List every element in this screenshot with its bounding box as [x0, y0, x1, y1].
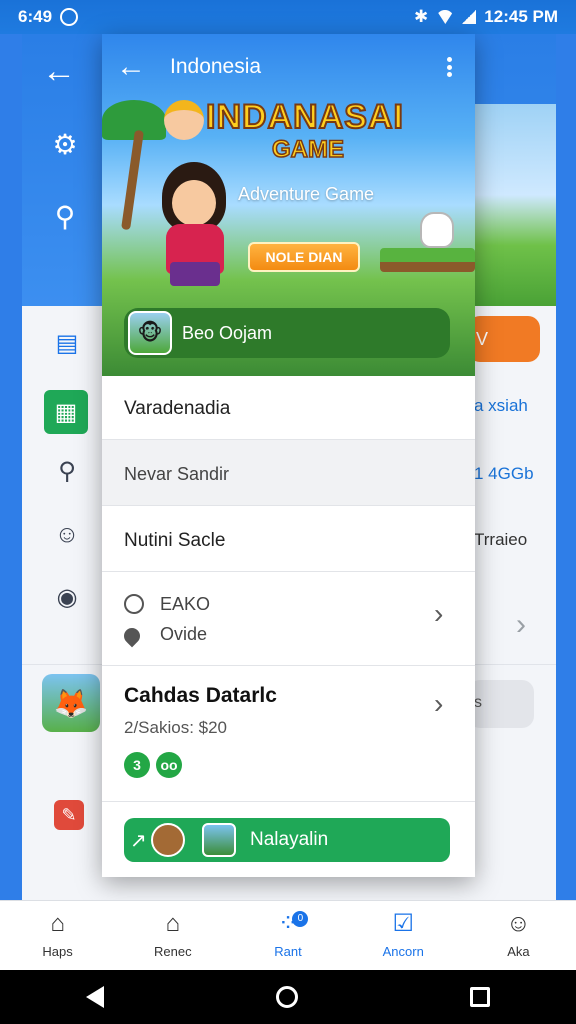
status-clock: 12:45 PM	[484, 7, 558, 26]
nav-label-inbox: Ancorn	[382, 944, 424, 959]
clock-icon	[124, 594, 144, 614]
badge-2: oo	[156, 752, 182, 778]
nav-label-store: Renec	[154, 944, 192, 959]
menu-row-1-label: Varadenadia	[124, 398, 231, 419]
nav-label-games: Rant	[274, 944, 302, 959]
game-banner: ← Indonesia INDANASAI GAME Adventure Gam…	[102, 34, 475, 376]
player-name: Beo Oojam	[182, 322, 273, 343]
menu-row-3[interactable]: Nutini Sacle	[102, 506, 475, 572]
info-line-2: Ovide	[160, 624, 208, 644]
info-line-1: EAKO	[160, 594, 211, 614]
chevron-right-icon[interactable]: ›	[434, 598, 443, 630]
primary-action-button[interactable]: ↗ Nalayalin	[124, 818, 450, 862]
banner-subtitle: Adventure Game	[238, 184, 375, 204]
background-pill-button[interactable]: s	[468, 680, 534, 728]
bear-avatar	[150, 823, 185, 857]
game-detail-card: ← Indonesia INDANASAI GAME Adventure Gam…	[102, 34, 475, 877]
nav-label-account: Aka	[507, 944, 530, 959]
menu-row-2-label: Nevar Sandir	[124, 464, 230, 484]
primary-action-label: Nalayalin	[250, 829, 329, 850]
player-strip[interactable]: 🐵 Beo Oojam	[124, 308, 450, 358]
background-orange-button[interactable]: V	[468, 316, 540, 362]
signal-icon	[462, 10, 477, 24]
store-icon: ⌂	[165, 910, 181, 937]
system-recents-icon[interactable]	[470, 987, 490, 1007]
wifi-icon	[436, 10, 455, 24]
back-arrow-icon[interactable]: ←	[116, 50, 156, 84]
nav-label-home: Haps	[42, 944, 73, 959]
character-boy	[164, 100, 204, 140]
nav-item-inbox[interactable]: ☑ Ancorn	[346, 901, 461, 970]
player-avatar: 🐵	[128, 311, 172, 355]
bluetooth-icon: ✱	[414, 7, 429, 26]
details-meta: 2/Sakios: $20	[124, 718, 228, 737]
menu-row-3-label: Nutini Sacle	[124, 530, 226, 551]
status-bar: 6:49 ✱ 12:45 PM	[0, 0, 576, 34]
nav-item-account[interactable]: ☺ Aka	[461, 901, 576, 970]
tool-icon[interactable]: ⚲	[48, 200, 82, 234]
background-link-1[interactable]: a xsiah	[474, 396, 528, 416]
banner-cta-button[interactable]: NOLE DIAN	[248, 242, 360, 272]
goat-character	[420, 212, 454, 248]
grid-icon[interactable]: ▦	[44, 390, 88, 434]
game-avatar	[202, 823, 236, 857]
background-scene	[472, 104, 556, 306]
game-logo-subtitle: GAME	[271, 135, 345, 164]
info-row[interactable]: EAKO Ovide ›	[102, 572, 475, 666]
notification-icon	[60, 8, 79, 26]
system-navigation	[0, 970, 576, 1024]
character-girl	[140, 162, 250, 290]
chevron-right-icon[interactable]: ›	[434, 688, 443, 720]
details-title: Cahdas Datarlc	[124, 684, 277, 707]
card-titlebar: ← Indonesia	[102, 34, 475, 100]
account-icon: ☺	[506, 910, 531, 937]
status-time: 6:49	[18, 7, 53, 26]
camera-icon[interactable]: ◉	[52, 582, 82, 612]
background-text-3: Trraieo	[474, 530, 528, 549]
fox-thumbnail[interactable]: 🦊	[42, 674, 100, 732]
edit-icon[interactable]: ✎	[54, 800, 84, 830]
nav-item-store[interactable]: ⌂ Renec	[115, 901, 230, 970]
menu-row-1[interactable]: Varadenadia	[102, 376, 475, 440]
badges: 3 oo	[124, 752, 182, 778]
card-title: Indonesia	[170, 55, 262, 78]
bottom-navigation: ⌂ Haps ⌂ Renec ⁘ 0 Rant ☑ Ancorn ☺ Aka	[0, 900, 576, 970]
system-home-icon[interactable]	[276, 986, 298, 1008]
menu-row-2[interactable]: Nevar Sandir	[102, 440, 475, 506]
platform	[380, 248, 475, 272]
nav-item-home[interactable]: ⌂ Haps	[0, 901, 115, 970]
group-icon[interactable]: ☺	[52, 520, 82, 550]
list-icon[interactable]: ▤	[52, 328, 82, 358]
badge-1: 3	[124, 752, 150, 778]
more-options-icon[interactable]	[437, 55, 461, 79]
search-icon[interactable]: ⚲	[52, 456, 82, 486]
home-icon: ⌂	[50, 910, 65, 937]
nav-badge: 0	[292, 911, 309, 927]
location-pin-icon	[120, 624, 144, 648]
system-back-icon[interactable]	[86, 986, 104, 1008]
details-row[interactable]: Cahdas Datarlc 2/Sakios: $20 › 3 oo	[102, 666, 475, 802]
nav-item-games[interactable]: ⁘ 0 Rant	[230, 901, 345, 970]
back-arrow-icon[interactable]: ←	[42, 52, 76, 91]
share-icon: ↗	[130, 822, 192, 858]
background-link-2[interactable]: 1 4GGb	[474, 464, 534, 484]
settings-icon[interactable]: ⚙	[48, 128, 82, 162]
inbox-icon: ☑	[392, 910, 414, 937]
game-logo-title: INDANASAI	[205, 97, 404, 137]
chevron-right-icon[interactable]: ›	[516, 608, 526, 642]
